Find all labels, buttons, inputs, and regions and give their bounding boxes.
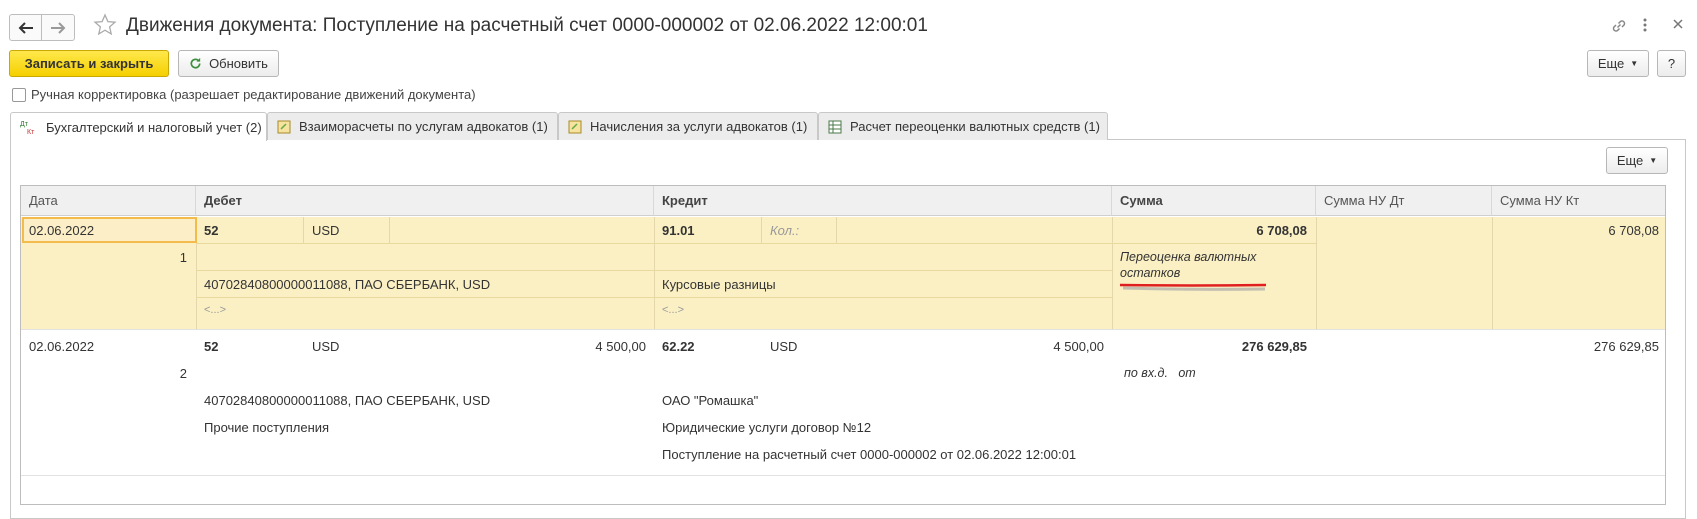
arrow-right-icon [51, 21, 66, 34]
amount-nu-kt: 6 708,08 [1608, 223, 1659, 238]
incoming-doc-label: по вх.д. от [1124, 366, 1196, 380]
cell-divider [1492, 217, 1493, 329]
column-header-nu-dt[interactable]: Сумма НУ Дт [1316, 186, 1492, 216]
credit-subconto-empty: <...> [662, 304, 685, 316]
register-icon [568, 120, 582, 134]
credit-account: 91.01 [662, 223, 695, 238]
tab-currency-revaluation[interactable]: Расчет переоценки валютных средств (1) [818, 112, 1108, 140]
debit-subconto-empty: <...> [204, 304, 227, 316]
tab-accounting[interactable]: Дт Кт Бухгалтерский и налоговый учет (2) [10, 112, 267, 141]
cell-divider [303, 217, 304, 243]
register-icon [277, 120, 291, 134]
debit-currency: USD [312, 223, 340, 238]
tab-label: Начисления за услуги адвокатов (1) [590, 119, 808, 134]
cell-divider [1112, 243, 1316, 244]
cell-divider [761, 217, 762, 243]
cell-divider [196, 297, 1112, 298]
debit-currency: USD [312, 339, 340, 354]
debit-subconto: 40702840800000011088, ПАО СБЕРБАНК, USD [204, 393, 491, 408]
row-number: 2 [179, 366, 187, 381]
cell-divider [196, 270, 1112, 271]
favorite-star-icon[interactable] [93, 13, 117, 40]
table-more-button[interactable]: Еще ▼ [1606, 147, 1668, 174]
red-underline-annotation [1120, 283, 1267, 291]
help-label: ? [1667, 56, 1676, 71]
column-header-credit[interactable]: Кредит [654, 186, 1112, 216]
cell-divider [1112, 217, 1113, 329]
debit-account: 52 [204, 223, 219, 238]
debit-subconto: 40702840800000011088, ПАО СБЕРБАНК, USD [204, 277, 491, 292]
credit-subconto: Поступление на расчетный счет 0000-00000… [662, 447, 1077, 462]
forward-button[interactable] [42, 14, 75, 41]
more-label: Еще [1597, 56, 1625, 71]
cell-divider [1316, 217, 1317, 329]
window-title: Движения документа: Поступление на расче… [126, 15, 928, 36]
column-header-debit[interactable]: Дебет [196, 186, 654, 216]
arrow-left-icon [18, 21, 33, 34]
refresh-label: Обновить [209, 56, 268, 71]
tab-label: Взаиморасчеты по услугам адвокатов (1) [299, 119, 548, 134]
tab-label: Расчет переоценки валютных средств (1) [850, 119, 1100, 134]
amount: 276 629,85 [1241, 339, 1307, 354]
more-button[interactable]: Еще ▼ [1587, 50, 1649, 77]
tab-label: Бухгалтерский и налоговый учет (2) [46, 119, 262, 135]
credit-subconto: Курсовые разницы [662, 277, 776, 292]
svg-text:Кт: Кт [27, 129, 35, 135]
column-header-nu-kt[interactable]: Сумма НУ Кт [1492, 186, 1665, 216]
entry-content: Переоценка валютных остатков [1120, 250, 1257, 280]
cell-divider [389, 217, 390, 243]
debit-currency-amount: 4 500,00 [595, 339, 646, 354]
dt-kt-icon: Дт Кт [20, 119, 38, 135]
cell-divider [836, 217, 837, 243]
credit-currency-amount: 4 500,00 [1053, 339, 1104, 354]
refresh-icon [190, 57, 201, 69]
tab-lawyer-charges[interactable]: Начисления за услуги адвокатов (1) [558, 112, 818, 140]
table-register-icon [828, 120, 842, 134]
row-divider [21, 475, 1665, 476]
back-button[interactable] [9, 14, 42, 41]
table-row[interactable] [21, 217, 1665, 329]
amount-nu-kt: 276 629,85 [1593, 339, 1659, 354]
debit-subconto: Прочие поступления [204, 420, 330, 435]
credit-qty-label: Кол.: [770, 223, 800, 238]
credit-subconto: ОАО "Ромашка" [662, 393, 759, 408]
credit-currency: USD [770, 339, 798, 354]
credit-subconto: Юридические услуги договор №12 [662, 420, 872, 435]
column-header-date[interactable]: Дата [21, 186, 196, 216]
save-and-close-label: Записать и закрыть [24, 56, 154, 71]
refresh-button[interactable]: Обновить [178, 50, 279, 77]
save-and-close-button[interactable]: Записать и закрыть [9, 50, 169, 77]
cell-divider [654, 217, 655, 329]
manual-correction-label: Ручная корректировка (разрешает редактир… [31, 87, 476, 102]
link-icon[interactable] [1610, 17, 1628, 38]
row-divider [21, 329, 1665, 330]
close-icon[interactable] [1671, 17, 1685, 34]
credit-account: 62.22 [662, 339, 695, 354]
cell-divider [196, 243, 1112, 244]
column-header-amount[interactable]: Сумма [1112, 186, 1316, 216]
manual-correction-checkbox[interactable] [12, 88, 26, 102]
debit-account: 52 [204, 339, 219, 354]
more-label: Еще [1616, 153, 1644, 168]
help-button[interactable]: ? [1657, 50, 1686, 77]
movements-table: Дата Дебет Кредит Сумма Сумма НУ Дт Сумм… [20, 185, 1666, 505]
svg-text:Дт: Дт [20, 121, 29, 128]
dropdown-caret-icon: ▼ [1630, 59, 1639, 68]
row-date: 02.06.2022 [29, 223, 95, 238]
amount: 6 708,08 [1256, 223, 1307, 238]
dropdown-caret-icon: ▼ [1649, 156, 1658, 165]
row-number: 1 [179, 250, 187, 265]
more-vert-icon[interactable] [1641, 16, 1649, 37]
row-date: 02.06.2022 [29, 339, 95, 354]
tab-lawyer-settlements[interactable]: Взаиморасчеты по услугам адвокатов (1) [267, 112, 558, 140]
